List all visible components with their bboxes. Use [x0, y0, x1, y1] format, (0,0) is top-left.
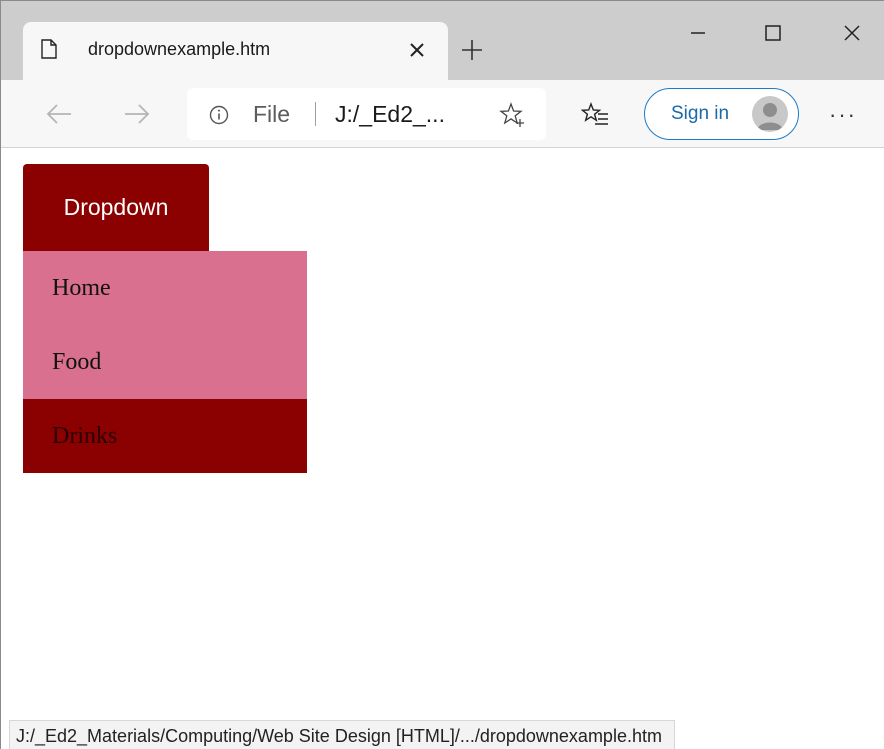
sign-in-button[interactable]: Sign in: [644, 88, 799, 140]
close-window-icon[interactable]: [838, 19, 866, 47]
add-favorite-star-icon[interactable]: [499, 102, 525, 128]
browser-tab[interactable]: dropdownexample.htm: [23, 22, 448, 80]
page-content: Dropdown Home Food Drinks: [1, 149, 884, 749]
dropdown-button[interactable]: Dropdown: [23, 164, 209, 251]
menu-item-drinks[interactable]: Drinks: [23, 399, 307, 473]
new-tab-icon[interactable]: [461, 39, 483, 61]
tab-strip: dropdownexample.htm: [1, 1, 884, 80]
tab-title: dropdownexample.htm: [88, 39, 271, 59]
address-bar[interactable]: File J:/_Ed2_...: [187, 88, 546, 140]
favorites-icon[interactable]: [581, 102, 609, 128]
dropdown-menu: Home Food Drinks: [23, 251, 307, 473]
maximize-icon[interactable]: [759, 19, 787, 47]
avatar-icon: [752, 96, 788, 132]
page-icon: [41, 39, 57, 59]
browser-toolbar: File J:/_Ed2_... Sign in ···: [1, 80, 884, 148]
menu-item-home[interactable]: Home: [23, 251, 307, 325]
status-bar-url: J:/_Ed2_Materials/Computing/Web Site Des…: [9, 720, 675, 749]
address-scheme-label: File: [253, 101, 291, 127]
forward-arrow-icon[interactable]: [121, 100, 153, 128]
more-options-icon[interactable]: ···: [829, 102, 857, 128]
address-separator: [315, 102, 316, 126]
menu-item-food[interactable]: Food: [23, 325, 307, 399]
close-tab-icon[interactable]: [408, 41, 426, 59]
info-icon[interactable]: [209, 105, 229, 125]
address-url-text[interactable]: J:/_Ed2_...: [335, 101, 445, 128]
minimize-icon[interactable]: [684, 19, 712, 47]
browser-window: dropdownexample.htm File J:/_Ed2_... Sig…: [0, 0, 884, 749]
sign-in-label: Sign in: [671, 103, 730, 124]
back-arrow-icon[interactable]: [43, 100, 75, 128]
